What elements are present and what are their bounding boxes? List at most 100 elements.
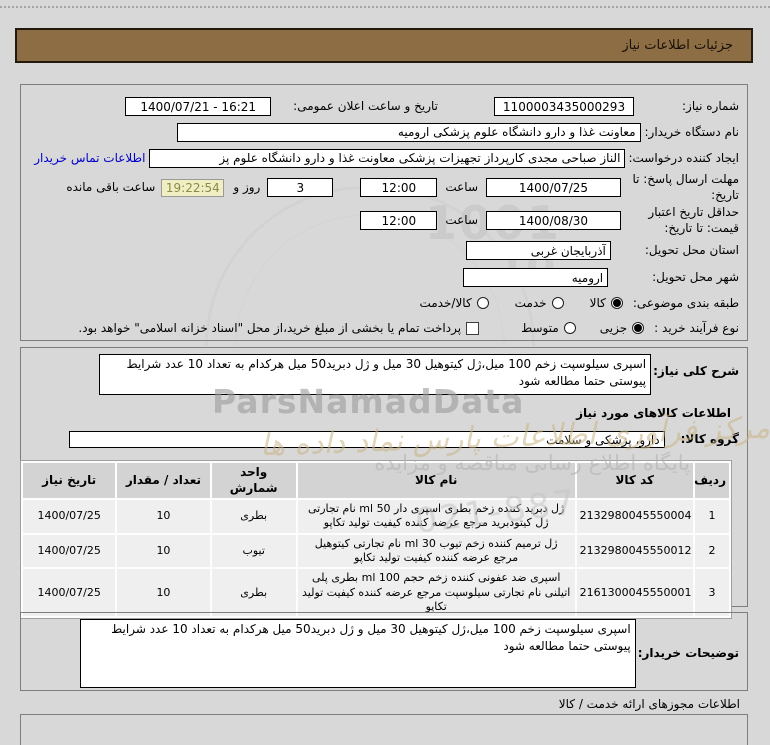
- cell-qty: 10: [117, 569, 210, 617]
- city-input[interactable]: ارومیه: [463, 268, 609, 287]
- general-desc-row: شرح کلی نیاز: اسپری سیلوسپت زخم 100 میل،…: [27, 354, 739, 395]
- items-heading: اطلاعات کالاهای مورد نیاز: [576, 406, 731, 420]
- radio-minor-label: جزیی: [599, 320, 628, 335]
- col-header-name: نام کالا: [297, 463, 575, 499]
- cell-unit: بطری: [211, 500, 296, 533]
- cell-date: 1400/07/25: [23, 534, 116, 568]
- buyer-org-label: نام دستگاه خریدار:: [644, 124, 740, 139]
- radio-goods-label: کالا: [589, 295, 606, 310]
- days-label: روز و: [233, 180, 261, 194]
- radio-minor-icon[interactable]: [632, 322, 645, 334]
- cell-date: 1400/07/25: [23, 569, 116, 617]
- buyer-org-input[interactable]: معاونت غذا و دارو دانشگاه علوم پزشکی ارو…: [176, 122, 641, 142]
- countdown-timer: 19:22:54: [161, 178, 225, 197]
- radio-goods-service-icon[interactable]: [476, 297, 489, 309]
- goods-group-row: گروه کالا: دارو، پزشکی و سلامت: [27, 426, 739, 453]
- validity-date-input[interactable]: 1400/08/30: [486, 211, 621, 230]
- process-row: نوع فرآیند خرید : جزیی متوسط پرداخت تمام…: [27, 315, 739, 341]
- deadline-label: مهلت ارسال پاسخ: تا تاریخ:: [632, 171, 739, 202]
- treasury-checkbox[interactable]: [466, 321, 480, 335]
- city-row: شهر محل تحویل: ارومیه: [27, 264, 739, 291]
- creator-input[interactable]: الناز صباحی مجدی کارپرداز تجهیزات پزشکی …: [149, 148, 626, 168]
- table-row: 2 2132980045550012 ژل ترمیم کننده زخم تی…: [23, 534, 729, 568]
- category-option-goods-service[interactable]: کالا/خدمت: [419, 295, 489, 311]
- items-panel: شرح کلی نیاز: اسپری سیلوسپت زخم 100 میل،…: [20, 347, 748, 620]
- creator-label: ایجاد کننده درخواست:: [628, 150, 739, 165]
- announce-label: تاریخ و ساعت اعلان عمومی:: [293, 99, 438, 113]
- col-header-code: کد کالا: [576, 463, 693, 499]
- col-header-row-number: ردیف: [694, 463, 729, 499]
- deadline-time-input[interactable]: 12:00: [360, 178, 438, 197]
- cell-date: 1400/07/25: [23, 500, 116, 533]
- table-row: 1 2132980045550004 ژل دبرید کننده زخم بط…: [23, 500, 729, 533]
- countdown-label: ساعت باقی مانده: [66, 180, 156, 194]
- col-header-date: تاریخ نیاز: [23, 463, 116, 499]
- process-option-medium[interactable]: متوسط: [521, 321, 576, 336]
- validity-label: حداقل تاریخ اعتبار قیمت: تا تاریخ:: [648, 204, 739, 235]
- process-option-minor[interactable]: جزیی: [599, 320, 645, 336]
- col-header-unit: واحد شمارش: [211, 463, 296, 499]
- buyer-notes-label: توضیحات خریدار:: [637, 646, 739, 660]
- general-desc-textarea[interactable]: اسپری سیلوسپت زخم 100 میل،ژل کیتوهیل 30 …: [99, 354, 652, 395]
- cell-unit: بطری: [211, 569, 296, 617]
- radio-goods-icon[interactable]: [610, 297, 623, 309]
- page-title: جزئیات اطلاعات نیاز: [622, 38, 733, 53]
- cell-code: 2132980045550004: [576, 500, 693, 533]
- page: 1001 10 جزئیات اطلاعات نیاز شماره نیاز: …: [0, 0, 770, 745]
- creator-row: ایجاد کننده درخواست: الناز صباحی مجدی کا…: [27, 145, 739, 171]
- treasury-checkbox-label: پرداخت تمام یا بخشی از مبلغ خرید،از محل …: [78, 320, 462, 335]
- cell-name: ژل ترمیم کننده زخم تیوب 30 ml نام تجارتی…: [297, 534, 575, 568]
- deadline-hour-label: ساعت: [445, 180, 478, 194]
- need-number-row: شماره نیاز: 1100003435000293 تاریخ و ساع…: [27, 94, 739, 119]
- radio-goods-service-label: کالا/خدمت: [419, 295, 472, 310]
- remaining-days-input[interactable]: 3: [267, 178, 334, 197]
- need-number-input[interactable]: 1100003435000293: [494, 97, 634, 116]
- deadline-row: مهلت ارسال پاسخ: تا تاریخ: 1400/07/25 سا…: [27, 171, 739, 204]
- province-label: استان محل تحویل:: [644, 243, 739, 257]
- radio-medium-label: متوسط: [521, 320, 559, 335]
- cell-name: ژل دبرید کننده زخم بطری اسپری دار 50 ml …: [297, 500, 575, 533]
- validity-time-input[interactable]: 12:00: [360, 211, 438, 230]
- cell-row-number: 3: [694, 569, 729, 617]
- cell-qty: 10: [117, 500, 210, 533]
- page-title-bar: جزئیات اطلاعات نیاز: [15, 28, 753, 63]
- category-option-goods[interactable]: کالا: [590, 296, 623, 311]
- category-option-service[interactable]: خدمت: [515, 296, 564, 311]
- cell-qty: 10: [117, 534, 210, 568]
- province-row: استان محل تحویل: آذربایجان غربی: [27, 237, 739, 264]
- licenses-heading: اطلاعات مجوزهای ارائه خدمت / کالا: [558, 697, 740, 711]
- table-row: 3 2161300045550001 اسپری ضد عفونی کننده …: [23, 569, 729, 617]
- announce-datetime-input[interactable]: 1400/07/21 - 16:21: [125, 97, 272, 116]
- deadline-date-input[interactable]: 1400/07/25: [486, 178, 621, 197]
- cell-code: 2132980045550012: [576, 534, 693, 568]
- goods-group-label: گروه کالا:: [680, 432, 739, 446]
- top-dotted-divider: [0, 6, 770, 8]
- buyer-notes-textarea[interactable]: اسپری سیلوسپت زخم 100 میل،ژل کیتوهیل 30 …: [79, 619, 636, 688]
- treasury-option[interactable]: پرداخت تمام یا بخشی از مبلغ خرید،از محل …: [78, 320, 480, 336]
- buyer-org-row: نام دستگاه خریدار: معاونت غذا و دارو دان…: [27, 119, 739, 145]
- items-table-header-row: ردیف کد کالا نام کالا واحد شمارش تعداد /…: [23, 463, 729, 499]
- buyer-contact-link[interactable]: اطلاعات تماس خریدار: [34, 151, 145, 165]
- radio-medium-icon[interactable]: [563, 322, 576, 334]
- general-desc-label: شرح کلی نیاز:: [653, 364, 739, 378]
- cell-code: 2161300045550001: [576, 569, 693, 617]
- cell-row-number: 1: [694, 500, 729, 533]
- validity-row: حداقل تاریخ اعتبار قیمت: تا تاریخ: 1400/…: [27, 204, 739, 237]
- col-header-qty: تعداد / مقدار: [117, 463, 210, 499]
- process-label: نوع فرآیند خرید :: [654, 320, 739, 335]
- validity-hour-label: ساعت: [445, 213, 478, 227]
- radio-service-label: خدمت: [514, 295, 547, 310]
- need-info-panel: شماره نیاز: 1100003435000293 تاریخ و ساع…: [20, 84, 748, 341]
- city-label: شهر محل تحویل:: [652, 270, 739, 284]
- items-table: ردیف کد کالا نام کالا واحد شمارش تعداد /…: [20, 460, 732, 620]
- licenses-panel: [20, 714, 748, 745]
- cell-name: اسپری ضد عفونی کننده زخم حجم 100 ml بطری…: [297, 569, 575, 617]
- category-row: طبقه بندی موضوعی: کالا خدمت کالا/خدمت: [27, 291, 739, 315]
- radio-service-icon[interactable]: [551, 297, 564, 309]
- province-input[interactable]: آذربایجان غربی: [465, 241, 611, 260]
- goods-group-input[interactable]: دارو، پزشکی و سلامت: [68, 431, 665, 448]
- cell-unit: تیوب: [211, 534, 296, 568]
- cell-row-number: 2: [694, 534, 729, 568]
- category-label: طبقه بندی موضوعی:: [632, 295, 739, 310]
- need-number-label: شماره نیاز:: [682, 99, 739, 113]
